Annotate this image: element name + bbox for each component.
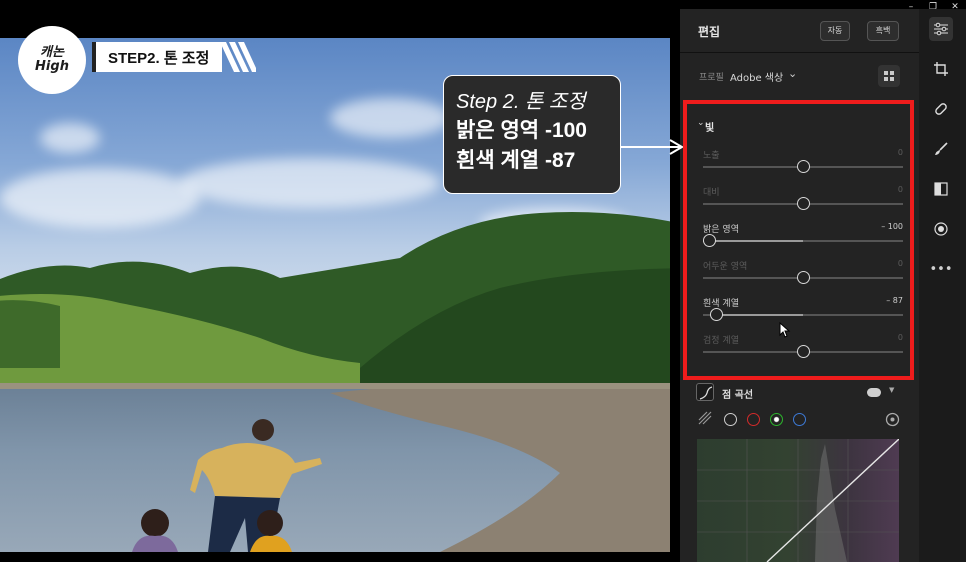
- light-section-title[interactable]: 빛: [705, 119, 714, 134]
- light-section: ⌄ 빛 노출 0 대비 0 밝은 영역 – 100 어두운 영역 0 흰색 계열 – 87 검정 계…: [683, 100, 914, 380]
- title-bar: [0, 0, 966, 9]
- slider-value[interactable]: – 87: [886, 296, 903, 305]
- minimize-button[interactable]: –: [900, 0, 922, 16]
- mouse-cursor-icon: [779, 322, 791, 338]
- chevron-down-icon[interactable]: ⌄: [788, 67, 797, 80]
- tone-curve-graph[interactable]: [697, 439, 899, 562]
- rgb-channel-button[interactable]: [724, 413, 737, 426]
- slider-row: 대비 0: [703, 185, 903, 217]
- step-banner-text: STEP2. 톤 조정: [108, 49, 210, 67]
- slider-row: 흰색 계열 – 87: [703, 296, 903, 328]
- curve-toggle[interactable]: [867, 388, 881, 397]
- target-adjust-icon[interactable]: [885, 412, 900, 427]
- photo-cloud: [180, 158, 440, 208]
- slider-value[interactable]: – 100: [881, 222, 903, 231]
- photo-cloud: [40, 123, 100, 153]
- profile-label: 프로필: [699, 73, 724, 83]
- healing-icon[interactable]: [929, 97, 953, 121]
- logo-line1: 캐논: [40, 45, 64, 60]
- slider-row: 검정 계열 0: [703, 333, 903, 365]
- point-curve-title: 점 곡선: [722, 390, 754, 401]
- slider-fill: [703, 240, 803, 242]
- brush-icon[interactable]: [929, 137, 953, 161]
- auto-button[interactable]: 자동: [820, 21, 850, 41]
- grid-icon: [884, 71, 894, 81]
- app-window: – ❐ ✕ 캐논 High STEP2. 톤 조정 Step 2. 톤 조정 밝…: [0, 0, 966, 562]
- window-controls: – ❐ ✕: [900, 0, 966, 16]
- slider-label: 흰색 계열: [703, 299, 739, 309]
- crop-icon[interactable]: [929, 57, 953, 81]
- slider-label: 대비: [703, 188, 720, 198]
- annotation-callout: Step 2. 톤 조정 밝은 영역 -100 흰색 계열 -87: [443, 75, 621, 194]
- slider-value[interactable]: 0: [898, 259, 903, 268]
- slider-label: 검정 계열: [703, 336, 739, 346]
- slider-value[interactable]: 0: [898, 185, 903, 194]
- step-banner: STEP2. 톤 조정: [92, 42, 222, 72]
- slider-value[interactable]: 0: [898, 333, 903, 342]
- profile-row: 프로필 Adobe 색상 ⌄: [680, 53, 919, 99]
- bw-button[interactable]: 흑백: [867, 21, 899, 41]
- panel-title: 편집: [698, 25, 721, 39]
- parametric-curve-icon[interactable]: [697, 410, 713, 426]
- collapse-chevron-icon[interactable]: ⌄: [697, 118, 705, 128]
- slider-label: 노출: [703, 151, 720, 161]
- callout-step: Step 2. 톤 조정: [456, 91, 586, 113]
- callout-highlights: 밝은 영역 -100: [456, 119, 587, 142]
- radial-icon[interactable]: [929, 217, 953, 241]
- callout-whites: 흰색 계열 -87: [456, 149, 576, 172]
- profile-dropdown[interactable]: Adobe 색상: [730, 69, 783, 84]
- slider-thumb[interactable]: [703, 234, 716, 247]
- slider-row: 어두운 영역 0: [703, 259, 903, 291]
- point-curve-section: 점 곡선 ▼: [680, 380, 919, 562]
- tool-rail: •••: [919, 9, 966, 562]
- slider-value[interactable]: 0: [898, 148, 903, 157]
- gradient-icon[interactable]: [929, 177, 953, 201]
- slider-fill: [716, 314, 803, 316]
- slider-thumb[interactable]: [797, 197, 810, 210]
- more-icon[interactable]: •••: [929, 257, 953, 281]
- profile-browser-button[interactable]: [878, 65, 900, 87]
- photo-people: [132, 419, 322, 552]
- slider-thumb[interactable]: [710, 308, 723, 321]
- slider-label: 어두운 영역: [703, 262, 748, 272]
- slider-thumb[interactable]: [797, 345, 810, 358]
- sliders-icon[interactable]: [929, 17, 953, 41]
- restore-button[interactable]: ❐: [922, 0, 944, 16]
- photo-cloud: [330, 98, 450, 138]
- slider-thumb[interactable]: [797, 271, 810, 284]
- slider-row: 밝은 영역 – 100: [703, 222, 903, 254]
- slider-thumb[interactable]: [797, 160, 810, 173]
- panel-header: 편집 자동 흑백: [680, 9, 919, 53]
- callout-arrow-icon: [620, 139, 684, 155]
- red-channel-button[interactable]: [747, 413, 760, 426]
- caret-down-icon[interactable]: ▼: [889, 386, 894, 394]
- banner-stripes: [220, 42, 256, 72]
- curve-icon[interactable]: [696, 383, 714, 401]
- green-channel-button[interactable]: [770, 413, 783, 426]
- brand-logo: 캐논 High: [18, 26, 86, 94]
- close-button[interactable]: ✕: [944, 0, 966, 16]
- logo-line2: High: [35, 59, 69, 74]
- slider-row: 노출 0: [703, 148, 903, 180]
- blue-channel-button[interactable]: [793, 413, 806, 426]
